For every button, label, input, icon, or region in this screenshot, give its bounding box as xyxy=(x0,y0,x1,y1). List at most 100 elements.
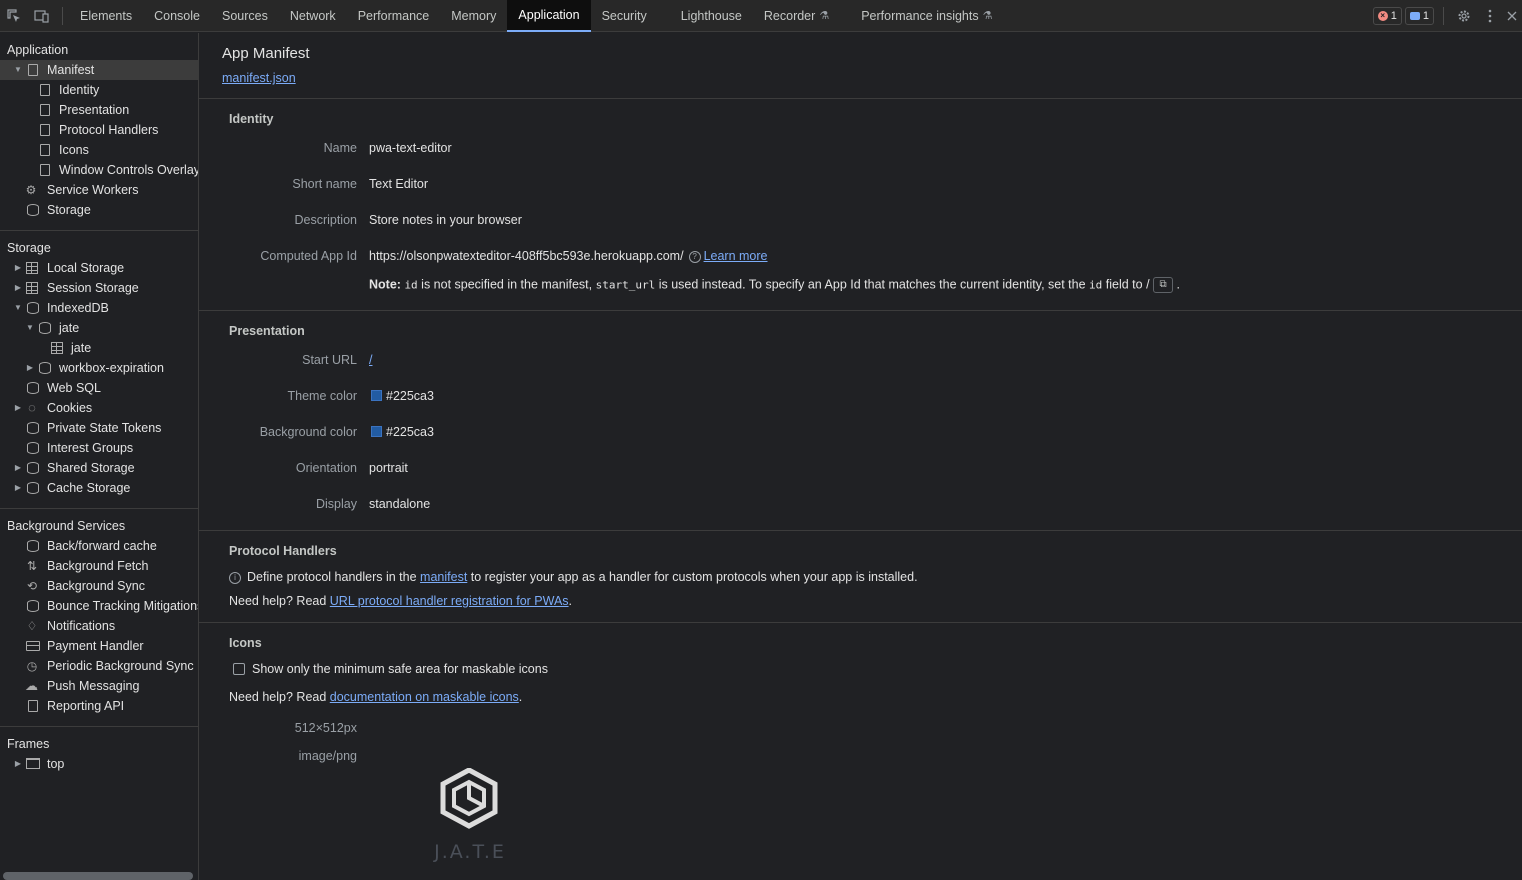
sidebar-item-bounce-tracking[interactable]: Bounce Tracking Mitigations xyxy=(0,596,198,616)
sidebar-item-label: Presentation xyxy=(59,103,130,117)
learn-more-link[interactable]: Learn more xyxy=(704,249,768,263)
sidebar-item-interest-groups[interactable]: Interest Groups xyxy=(0,438,198,458)
start-url-link[interactable]: / xyxy=(369,353,372,367)
copy-to-clipboard-icon[interactable]: ⧉ xyxy=(1153,277,1174,293)
protocol-handlers-heading: Protocol Handlers xyxy=(229,544,337,558)
sidebar-item-cache-storage[interactable]: ▶ Cache Storage xyxy=(0,478,198,498)
background-color-label: Background color xyxy=(259,425,357,439)
close-icon[interactable] xyxy=(1502,0,1522,32)
sidebar-item-jate-store[interactable]: jate xyxy=(0,338,198,358)
tab-performance[interactable]: Performance xyxy=(347,0,441,32)
inspect-element-icon[interactable] xyxy=(0,0,28,32)
messages-badge[interactable]: 1 xyxy=(1404,7,1434,25)
background-color-row: #225ca3 xyxy=(371,425,434,439)
sidebar-item-label: Shared Storage xyxy=(47,461,135,475)
sidebar-item-shared-storage[interactable]: ▶ Shared Storage xyxy=(0,458,198,478)
expand-arrow-icon[interactable]: ▼ xyxy=(13,298,23,318)
note-id-code: id xyxy=(404,278,418,292)
toolbar-right: × 1 1 xyxy=(1372,0,1522,32)
sidebar-item-label: Push Messaging xyxy=(47,679,140,693)
more-options-icon[interactable] xyxy=(1478,0,1502,32)
sidebar-item-notifications[interactable]: ♢ Notifications xyxy=(0,616,198,636)
file-icon xyxy=(40,164,50,176)
section-divider xyxy=(199,530,1522,531)
expand-arrow-icon[interactable]: ▶ xyxy=(25,358,35,378)
sidebar-item-web-sql[interactable]: Web SQL xyxy=(0,378,198,398)
device-toolbar-icon[interactable] xyxy=(28,0,56,32)
manifest-link[interactable]: manifest xyxy=(420,570,467,584)
expand-arrow-icon[interactable]: ▶ xyxy=(13,258,23,278)
sidebar-item-label: Background Sync xyxy=(47,579,145,593)
sidebar-item-reporting-api[interactable]: Reporting API xyxy=(0,696,198,716)
sidebar-item-service-workers[interactable]: ⚙ Service Workers xyxy=(0,180,198,200)
tab-security[interactable]: Security xyxy=(591,0,658,32)
sidebar-item-payment-handler[interactable]: Payment Handler xyxy=(0,636,198,656)
info-icon: i xyxy=(229,571,241,584)
display-value: standalone xyxy=(369,497,431,511)
tab-lighthouse[interactable]: Lighthouse xyxy=(670,0,753,32)
sidebar-item-label: Service Workers xyxy=(47,183,139,197)
expand-arrow-icon[interactable]: ▼ xyxy=(13,60,23,80)
sidebar-item-storage[interactable]: Storage xyxy=(0,200,198,220)
sidebar-item-back-forward-cache[interactable]: Back/forward cache xyxy=(0,536,198,556)
section-divider xyxy=(199,310,1522,311)
expand-arrow-icon[interactable]: ▶ xyxy=(13,398,23,418)
errors-badge[interactable]: × 1 xyxy=(1372,7,1402,25)
sidebar-item-workbox-expiration[interactable]: ▶ workbox-expiration xyxy=(0,358,198,378)
sidebar-item-jate-db[interactable]: ▼ jate xyxy=(0,318,198,338)
tab-application[interactable]: Application xyxy=(507,0,591,32)
url-protocol-handler-docs-link[interactable]: URL protocol handler registration for PW… xyxy=(330,594,569,608)
sidebar-horizontal-scrollbar[interactable] xyxy=(3,872,193,880)
database-icon xyxy=(27,462,39,474)
sidebar-item-cookies[interactable]: ▶ ◌ Cookies xyxy=(0,398,198,418)
file-icon xyxy=(40,84,50,96)
maskable-safe-area-checkbox[interactable] xyxy=(233,662,245,675)
note-start-url-code: start_url xyxy=(595,278,656,292)
expand-arrow-icon[interactable]: ▶ xyxy=(13,458,23,478)
sidebar-item-frame-top[interactable]: ▶ top xyxy=(0,754,198,774)
expand-arrow-icon[interactable]: ▶ xyxy=(13,754,23,774)
tab-memory[interactable]: Memory xyxy=(440,0,507,32)
sidebar-item-background-sync[interactable]: ⟲ Background Sync xyxy=(0,576,198,596)
sidebar-item-periodic-background-sync[interactable]: ◷ Periodic Background Sync xyxy=(0,656,198,676)
file-icon xyxy=(40,104,50,116)
tab-elements[interactable]: Elements xyxy=(69,0,143,32)
help-question-icon[interactable]: ? xyxy=(688,250,701,263)
tab-console[interactable]: Console xyxy=(143,0,211,32)
computed-app-id-label: Computed App Id xyxy=(260,249,357,263)
sidebar-item-identity[interactable]: Identity xyxy=(0,80,198,100)
sidebar-item-local-storage[interactable]: ▶ Local Storage xyxy=(0,258,198,278)
sidebar-item-presentation[interactable]: Presentation xyxy=(0,100,198,120)
expand-arrow-icon[interactable]: ▶ xyxy=(13,478,23,498)
note-text: field to / xyxy=(1105,277,1150,292)
note-bold-label: Note: xyxy=(369,277,401,292)
expand-arrow-icon[interactable]: ▼ xyxy=(25,318,35,338)
tab-network[interactable]: Network xyxy=(279,0,347,32)
sidebar-item-window-controls-overlay[interactable]: Window Controls Overlay xyxy=(0,160,198,180)
sidebar-item-label: Identity xyxy=(59,83,100,97)
theme-color-swatch xyxy=(371,390,382,402)
manifest-json-link[interactable]: manifest.json xyxy=(222,71,296,85)
sidebar-item-icons[interactable]: Icons xyxy=(0,140,198,160)
fetch-arrows-icon: ⇅ xyxy=(26,559,38,573)
maskable-safe-area-toggle[interactable]: Show only the minimum safe area for mask… xyxy=(233,662,548,676)
sidebar-item-manifest[interactable]: ▼ Manifest xyxy=(0,60,198,80)
tab-performance-insights[interactable]: Performance insights ⚗ xyxy=(850,0,1003,32)
sidebar-divider xyxy=(0,726,198,727)
maskable-icons-docs-link[interactable]: documentation on maskable icons xyxy=(330,690,519,704)
short-name-value: Text Editor xyxy=(369,177,429,191)
file-icon xyxy=(40,144,50,156)
tab-sources[interactable]: Sources xyxy=(211,0,279,32)
sidebar-item-protocol-handlers[interactable]: Protocol Handlers xyxy=(0,120,198,140)
tab-recorder[interactable]: Recorder ⚗ xyxy=(753,0,840,32)
settings-gear-icon[interactable] xyxy=(1450,0,1478,32)
logo-wordmark: J.A.T.E xyxy=(433,841,506,863)
sidebar-item-indexeddb[interactable]: ▼ IndexedDB xyxy=(0,298,198,318)
sidebar-item-push-messaging[interactable]: ☁ Push Messaging xyxy=(0,676,198,696)
section-divider xyxy=(199,622,1522,623)
sidebar-item-background-fetch[interactable]: ⇅ Background Fetch xyxy=(0,556,198,576)
sidebar-item-session-storage[interactable]: ▶ Session Storage xyxy=(0,278,198,298)
sidebar-item-private-state-tokens[interactable]: Private State Tokens xyxy=(0,418,198,438)
background-color-swatch xyxy=(371,426,382,438)
expand-arrow-icon[interactable]: ▶ xyxy=(13,278,23,298)
